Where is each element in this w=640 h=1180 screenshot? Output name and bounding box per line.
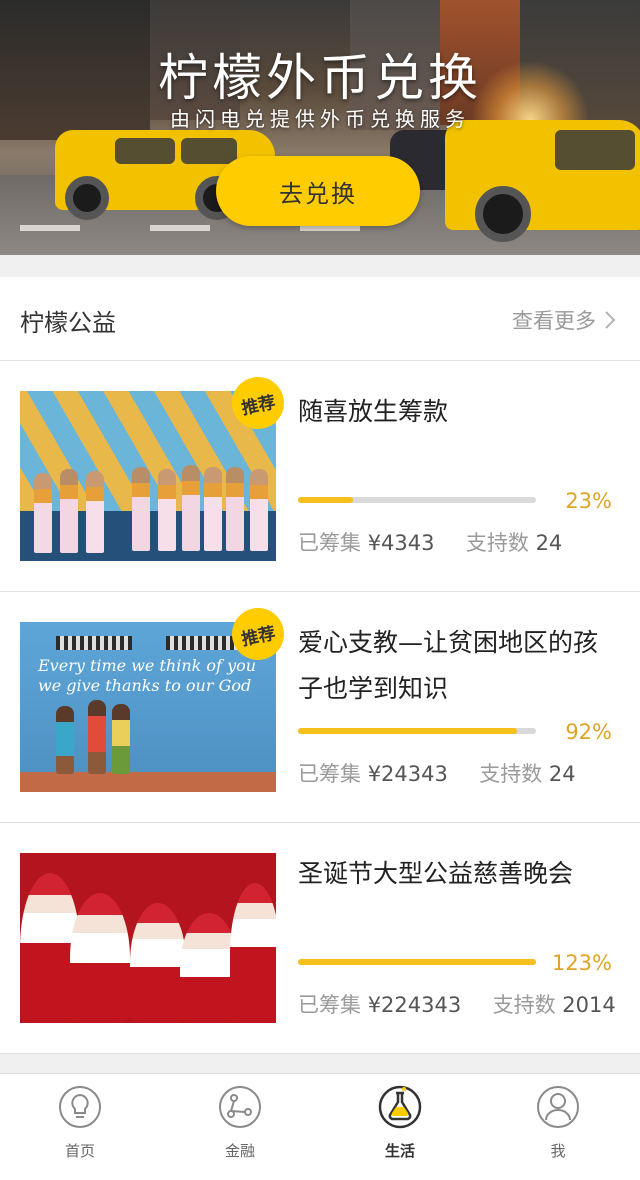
network-icon [219, 1086, 261, 1128]
progress-percent: 23% [565, 489, 612, 513]
nav-label: 我 [550, 1142, 566, 1160]
project-stats: 已筹集 ¥4343 支持数 24 [298, 527, 562, 557]
supporters-count: 2014 [562, 993, 616, 1017]
progress-fill [298, 497, 353, 503]
exchange-banner[interactable]: 柠檬外币兑换 由闪电兑提供外币兑换服务 去兑换 [0, 0, 640, 255]
project-stats: 已筹集 ¥224343 支持数 2014 [298, 989, 616, 1019]
list-item[interactable]: Every time we think of you we give thank… [0, 592, 640, 823]
banner-title: 柠檬外币兑换 [158, 49, 482, 107]
progress-percent: 123% [551, 951, 612, 975]
image-wall-text: Every time we think of you we give thank… [38, 656, 257, 695]
raised-amount: ¥224343 [367, 993, 462, 1017]
nav-item-me[interactable]: 我 [518, 1084, 598, 1174]
progress-fill [298, 959, 536, 965]
raised-amount: ¥24343 [367, 762, 448, 786]
progress-percent: 92% [565, 720, 612, 744]
flask-icon [378, 1085, 422, 1129]
nav-label: 首页 [64, 1142, 95, 1160]
raised-label: 已筹集 [298, 531, 361, 555]
nav-label: 金融 [224, 1142, 255, 1160]
supporters-label: 支持数 [465, 531, 529, 555]
list-item[interactable]: 圣诞节大型公益慈善晚会 123% 已筹集 ¥224343 支持数 2014 [0, 823, 640, 1054]
nav-item-home[interactable]: 首页 [40, 1084, 120, 1174]
banner-taxi [445, 120, 640, 242]
nav-item-finance[interactable]: 金融 [200, 1084, 280, 1174]
project-title: 圣诞节大型公益慈善晚会 [298, 859, 574, 888]
road-stripe [150, 225, 210, 231]
road-stripe [20, 225, 80, 231]
progress-bar [298, 959, 536, 965]
nav-label: 生活 [384, 1142, 415, 1160]
charity-list: 推荐 随喜放生筹款 23% 已筹集 ¥4343 支持数 24 Every tim… [0, 361, 640, 1054]
project-image [20, 853, 276, 1023]
view-more-label: 查看更多 [512, 309, 596, 333]
raised-label: 已筹集 [298, 762, 361, 786]
section-header: 柠檬公益 查看更多 [0, 277, 640, 361]
progress-bar [298, 728, 536, 734]
banner-subtitle: 由闪电兑提供外币兑换服务 [170, 107, 470, 131]
list-item[interactable]: 推荐 随喜放生筹款 23% 已筹集 ¥4343 支持数 24 [0, 361, 640, 592]
project-stats: 已筹集 ¥24343 支持数 24 [298, 758, 576, 788]
supporters-label: 支持数 [479, 762, 543, 786]
raised-amount: ¥4343 [367, 531, 435, 555]
supporters-count: 24 [548, 762, 576, 786]
progress-fill [298, 728, 517, 734]
user-icon [537, 1086, 579, 1128]
exchange-button[interactable]: 去兑换 [216, 156, 420, 226]
project-title: 随喜放生筹款 [298, 397, 449, 426]
section-title: 柠檬公益 [20, 309, 116, 337]
lightbulb-icon [59, 1086, 101, 1128]
supporters-count: 24 [535, 531, 563, 555]
bottom-nav: 首页 金融 生活 我 [0, 1073, 640, 1180]
chevron-right-icon [605, 311, 616, 329]
nav-item-life[interactable]: 生活 [360, 1084, 440, 1174]
raised-label: 已筹集 [298, 993, 361, 1017]
view-more-link[interactable]: 查看更多 [512, 305, 618, 335]
project-title: 爱心支教—让贫困地区的孩子也学到知识 [298, 628, 599, 703]
progress-bar [298, 497, 536, 503]
supporters-label: 支持数 [492, 993, 556, 1017]
